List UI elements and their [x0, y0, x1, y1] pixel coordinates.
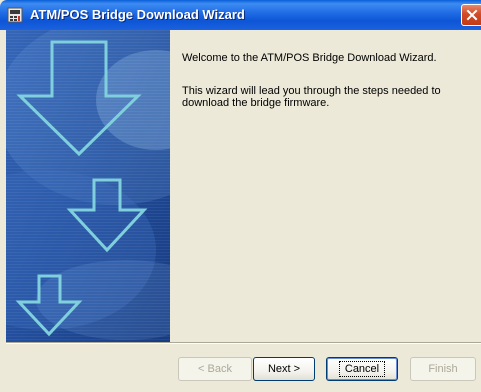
title-bar[interactable]: ATM/POS Bridge Download Wizard: [0, 0, 481, 30]
welcome-text: Welcome to the ATM/POS Bridge Download W…: [182, 52, 437, 64]
side-banner-art: [6, 30, 170, 342]
cancel-button-label: Cancel: [338, 361, 386, 377]
finish-button[interactable]: Finish: [410, 357, 476, 381]
wizard-side-graphic: [6, 30, 170, 342]
next-button[interactable]: Next >: [253, 357, 315, 381]
cancel-button[interactable]: Cancel: [326, 357, 398, 381]
button-separator: [6, 342, 481, 344]
wizard-content: Welcome to the ATM/POS Bridge Download W…: [170, 30, 481, 342]
next-button-label: Next >: [267, 363, 301, 375]
window-title: ATM/POS Bridge Download Wizard: [30, 7, 245, 22]
description-text: This wizard will lead you through the st…: [182, 85, 441, 109]
close-icon: [466, 9, 478, 21]
back-button[interactable]: < Back: [178, 357, 252, 381]
wizard-window: ATM/POS Bridge Download Wizard Welcome t…: [0, 0, 481, 392]
back-button-label: < Back: [198, 363, 232, 375]
finish-button-label: Finish: [428, 363, 458, 375]
wizard-app-icon: [7, 7, 23, 23]
close-button[interactable]: [461, 4, 481, 26]
